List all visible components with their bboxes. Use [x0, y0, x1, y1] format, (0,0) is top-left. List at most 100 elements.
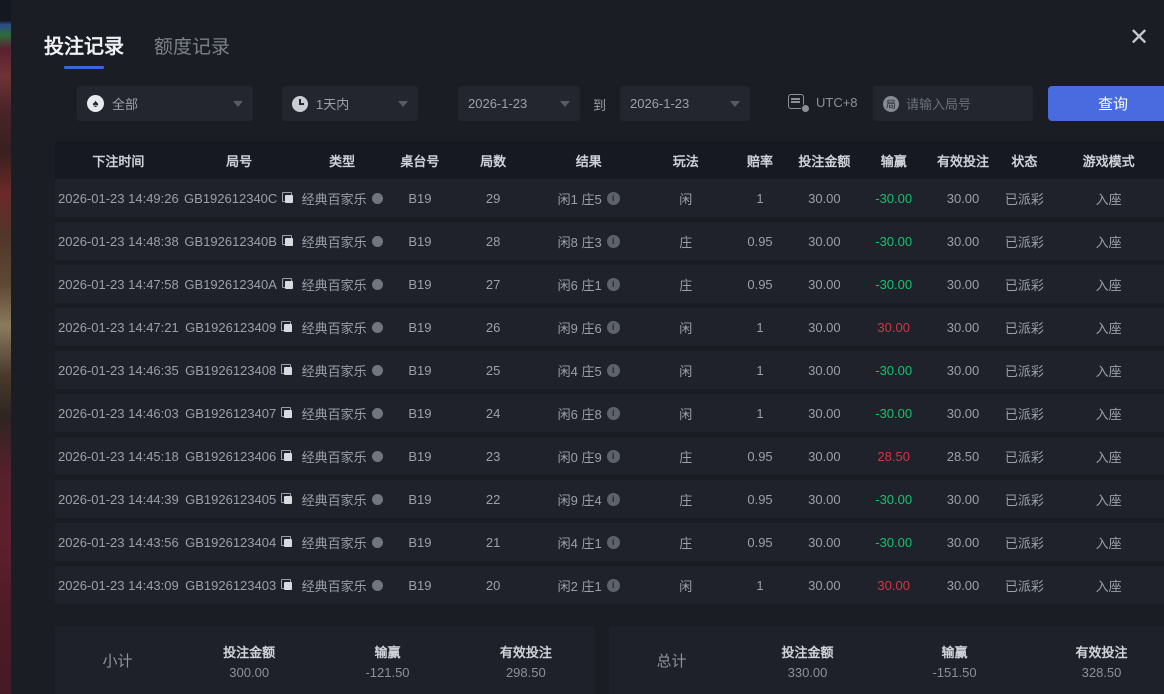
col-winloss: 输赢 — [857, 151, 930, 170]
copy-icon[interactable] — [281, 321, 293, 333]
cell-table-no: B19 — [388, 578, 452, 593]
cell-odds: 0.95 — [728, 492, 791, 507]
info-icon[interactable]: i — [607, 321, 620, 334]
table-body: 2026-01-23 14:49:26 GB192612340C 经典百家乐 B… — [55, 179, 1164, 604]
cell-round-id: GB1926123407 — [182, 406, 297, 421]
subtotal-winloss: 输赢 -121.50 — [318, 642, 456, 680]
col-play: 玩法 — [643, 151, 728, 170]
cell-shoe-no: 23 — [452, 449, 534, 464]
date-from-value: 2026-1-23 — [468, 96, 527, 111]
valid-bet-value: 298.50 — [506, 665, 546, 680]
active-tab-underline — [64, 66, 104, 69]
cell-valid-bet: 30.00 — [930, 535, 995, 550]
copy-icon[interactable] — [281, 536, 293, 548]
cell-winloss: -30.00 — [857, 535, 930, 550]
cell-valid-bet: 30.00 — [930, 363, 995, 378]
info-icon[interactable]: i — [607, 536, 620, 549]
cell-play: 庄 — [643, 447, 728, 466]
cell-game-mode: 入座 — [1053, 404, 1164, 423]
date-from-dropdown[interactable]: 2026-1-23 — [458, 86, 580, 121]
copy-icon[interactable] — [282, 192, 294, 204]
cell-round-id: GB192612340A — [182, 277, 297, 292]
type-dot-icon — [372, 236, 383, 247]
info-icon[interactable]: i — [607, 278, 620, 291]
cell-odds: 1 — [728, 406, 791, 421]
subtotal-bet: 投注金额 300.00 — [180, 642, 318, 680]
info-icon[interactable]: i — [607, 192, 620, 205]
cell-result: 闲0 庄9 i — [534, 447, 643, 466]
calendar-clock-icon[interactable] — [788, 93, 808, 111]
info-icon[interactable]: i — [607, 493, 620, 506]
cell-round-id: GB192612340B — [182, 234, 297, 249]
info-icon[interactable]: i — [607, 235, 620, 248]
date-to-dropdown[interactable]: 2026-1-23 — [620, 86, 750, 121]
cell-play: 庄 — [643, 232, 728, 251]
time-range-dropdown[interactable]: 1天内 — [282, 86, 418, 121]
cell-bet-time: 2026-01-23 14:46:03 — [55, 406, 182, 421]
cell-result: 闲2 庄1 i — [534, 576, 643, 595]
copy-icon[interactable] — [281, 579, 293, 591]
tab-quota-records[interactable]: 额度记录 — [154, 32, 230, 69]
cell-game-type: 经典百家乐 — [297, 576, 388, 595]
cell-bet-time: 2026-01-23 14:45:18 — [55, 449, 182, 464]
info-icon[interactable]: i — [607, 364, 620, 377]
col-game-type: 类型 — [297, 151, 388, 170]
info-icon[interactable]: i — [607, 407, 620, 420]
winloss-label: 输赢 — [941, 642, 967, 661]
timezone-wrap: UTC+8 — [788, 93, 858, 111]
copy-icon[interactable] — [281, 407, 293, 419]
info-icon[interactable]: i — [607, 450, 620, 463]
background-peek — [0, 0, 11, 694]
info-icon[interactable]: i — [607, 579, 620, 592]
filter-bar: ♠ 全部 1天内 2026-1-23 到 2026-1-23 UTC+8 局 请… — [44, 86, 1164, 121]
copy-icon[interactable] — [281, 493, 293, 505]
col-result: 结果 — [534, 151, 643, 170]
cell-valid-bet: 30.00 — [930, 406, 995, 421]
cell-bet-amount: 30.00 — [792, 277, 857, 292]
cell-bet-time: 2026-01-23 14:46:35 — [55, 363, 182, 378]
cell-play: 庄 — [643, 490, 728, 509]
cell-odds: 0.95 — [728, 535, 791, 550]
cell-game-type: 经典百家乐 — [297, 361, 388, 380]
cell-table-no: B19 — [388, 234, 452, 249]
cell-status: 已派彩 — [996, 447, 1053, 466]
bet-amount-label: 投注金额 — [223, 642, 275, 661]
copy-icon[interactable] — [281, 450, 293, 462]
type-dot-icon — [372, 494, 383, 505]
chevron-down-icon — [560, 101, 570, 107]
copy-icon[interactable] — [282, 235, 294, 247]
cell-bet-amount: 30.00 — [792, 449, 857, 464]
table-row: 2026-01-23 14:48:38 GB192612340B 经典百家乐 B… — [55, 222, 1164, 260]
table-row: 2026-01-23 14:46:03 GB1926123407 经典百家乐 B… — [55, 394, 1164, 432]
cell-odds: 0.95 — [728, 234, 791, 249]
round-number-input[interactable]: 局 请输入局号 — [873, 86, 1033, 121]
cell-bet-amount: 30.00 — [792, 234, 857, 249]
cell-shoe-no: 21 — [452, 535, 534, 550]
time-range-value: 1天内 — [316, 94, 349, 113]
cell-game-mode: 入座 — [1053, 189, 1164, 208]
close-icon[interactable]: ✕ — [1122, 20, 1156, 54]
cell-winloss: -30.00 — [857, 363, 930, 378]
cell-bet-time: 2026-01-23 14:44:39 — [55, 492, 182, 507]
search-button[interactable]: 查询 — [1048, 86, 1164, 121]
cell-game-type: 经典百家乐 — [297, 189, 388, 208]
date-to-value: 2026-1-23 — [630, 96, 689, 111]
records-table: 下注时间 局号 类型 桌台号 局数 结果 玩法 赔率 投注金额 输赢 有效投注 … — [55, 141, 1164, 609]
cell-round-id: GB1926123405 — [182, 492, 297, 507]
total-winloss: 输赢 -151.50 — [881, 642, 1028, 680]
cell-valid-bet: 28.50 — [930, 449, 995, 464]
copy-icon[interactable] — [281, 364, 293, 376]
cell-game-mode: 入座 — [1053, 490, 1164, 509]
cell-bet-amount: 30.00 — [792, 320, 857, 335]
copy-icon[interactable] — [282, 278, 294, 290]
cell-winloss: 30.00 — [857, 320, 930, 335]
bet-amount-label: 投注金额 — [781, 642, 833, 661]
game-type-dropdown[interactable]: ♠ 全部 — [77, 86, 253, 121]
tab-betting-records[interactable]: 投注记录 — [44, 30, 124, 69]
cell-play: 闲 — [643, 404, 728, 423]
cell-round-id: GB1926123404 — [182, 535, 297, 550]
cell-bet-amount: 30.00 — [792, 492, 857, 507]
winloss-value: -151.50 — [932, 665, 976, 680]
winloss-label: 输赢 — [374, 642, 400, 661]
cell-winloss: 30.00 — [857, 578, 930, 593]
